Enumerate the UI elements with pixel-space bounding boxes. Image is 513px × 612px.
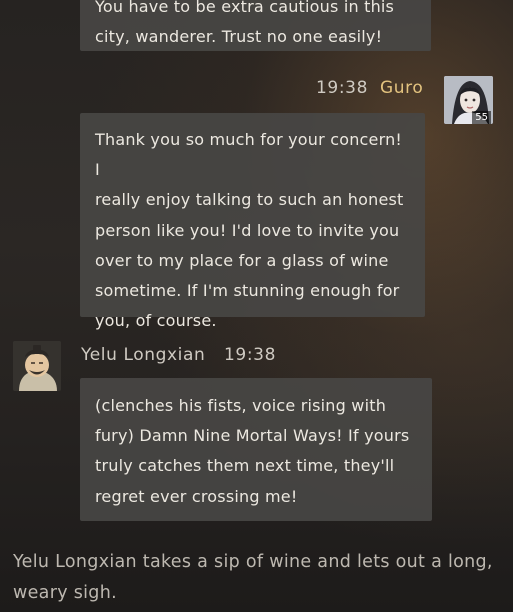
message-timestamp: 19:38	[316, 78, 368, 98]
level-badge: 55	[472, 111, 491, 124]
message-timestamp: 19:38	[224, 345, 276, 365]
narration-text: Yelu Longxian takes a sip of wine and le…	[13, 552, 493, 603]
message-bubble-previous: You have to be extra cautious in this ci…	[80, 0, 431, 51]
npc-avatar[interactable]	[13, 341, 61, 391]
message-bubble-npc: (clenches his fists, voice rising with f…	[80, 378, 432, 521]
speaker-name-player: Guro	[380, 78, 424, 98]
message-bubble-player: Thank you so much for your concern! I re…	[80, 113, 425, 330]
speaker-name-npc: Yelu Longxian	[81, 345, 206, 365]
player-avatar[interactable]: 55	[444, 76, 493, 124]
message-text: Thank you so much for your concern! I re…	[95, 130, 404, 331]
message-text: (clenches his fists, voice rising with f…	[95, 396, 410, 506]
message-text: You have to be extra cautious in this ci…	[95, 0, 395, 47]
yelu-longxian-portrait-icon	[13, 341, 61, 391]
